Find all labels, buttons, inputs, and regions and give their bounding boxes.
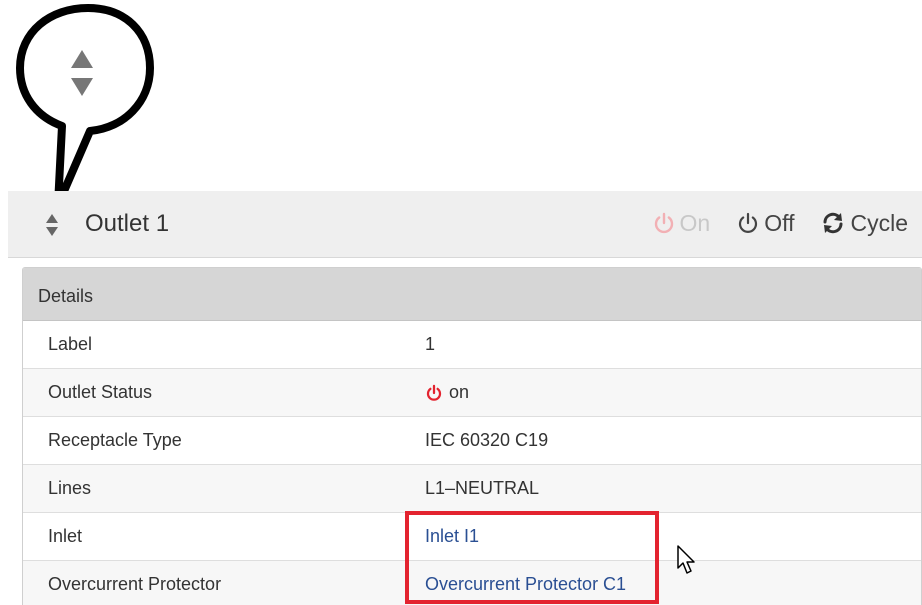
power-off-label: Off <box>764 210 795 236</box>
outlet-title: Outlet 1 <box>85 210 170 237</box>
inlet-link[interactable]: Inlet I1 <box>425 513 479 560</box>
outlet-status-value: on <box>449 382 470 402</box>
power-icon <box>654 212 673 234</box>
detail-row-receptacle-type: Receptacle Type IEC 60320 C19 <box>23 417 921 465</box>
overcurrent-protector-link[interactable]: Overcurrent Protector C1 <box>425 561 626 605</box>
detail-key: Inlet <box>48 526 83 546</box>
detail-key: Receptacle Type <box>48 430 182 450</box>
detail-key: Outlet Status <box>48 382 153 402</box>
detail-row-lines: Lines L1–NEUTRAL <box>23 465 921 513</box>
detail-value: 1 <box>425 334 436 354</box>
detail-value: IEC 60320 C19 <box>425 430 549 450</box>
detail-key: Overcurrent Protector <box>48 574 222 594</box>
details-heading: Details <box>23 268 921 321</box>
mouse-cursor-icon <box>677 545 695 574</box>
outlet-header: Outlet 1 On Off Cycle <box>8 191 922 258</box>
power-on-button[interactable]: On <box>652 208 711 238</box>
detail-value: Inlet I1 <box>425 513 479 560</box>
power-on-label: On <box>679 210 711 236</box>
detail-key: Lines <box>48 478 92 498</box>
callout-bubble <box>16 4 154 209</box>
outlet-actions: On Off Cycle <box>652 208 908 238</box>
power-off-button[interactable]: Off <box>736 208 794 238</box>
power-cycle-button[interactable]: Cycle <box>820 208 908 238</box>
detail-row-inlet: Inlet Inlet I1 <box>23 513 921 561</box>
detail-row-overcurrent-protector: Overcurrent Protector Overcurrent Protec… <box>23 561 921 605</box>
detail-value: L1–NEUTRAL <box>425 478 540 498</box>
detail-key: Label <box>48 334 93 354</box>
details-panel: Details Label 1 Outlet Status on Recepta… <box>22 267 922 605</box>
detail-value: on <box>425 369 469 416</box>
detail-value: Overcurrent Protector C1 <box>425 561 626 605</box>
detail-row-outlet-status: Outlet Status on <box>23 369 921 417</box>
sort-arrows-icon[interactable] <box>45 213 59 237</box>
refresh-icon <box>823 212 843 234</box>
power-cycle-label: Cycle <box>850 210 908 236</box>
power-icon <box>739 212 758 233</box>
power-icon <box>426 384 442 401</box>
detail-row-label: Label 1 <box>23 321 921 369</box>
